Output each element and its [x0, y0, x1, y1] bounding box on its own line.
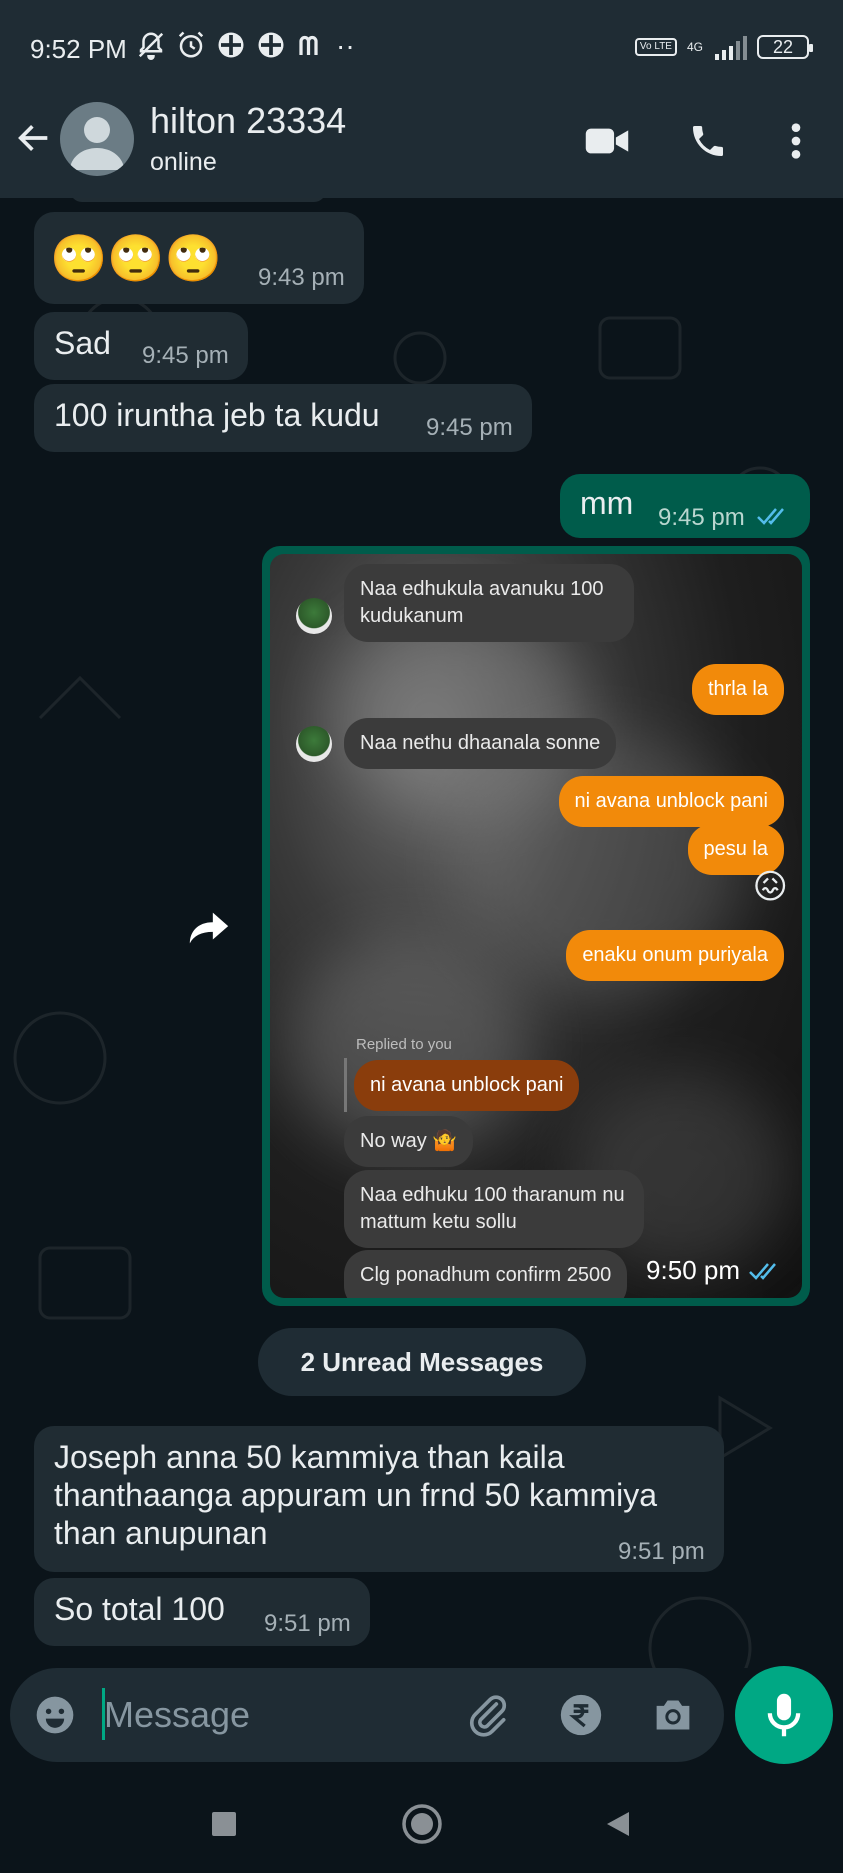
phone-icon [693, 126, 723, 156]
paperclip-icon [469, 1695, 507, 1737]
media-time-text: 9:50 pm [646, 1255, 740, 1285]
screenshot-message: Naa edhukula avanuku 100 kudukanum [344, 564, 634, 642]
voice-call-button[interactable] [683, 116, 733, 166]
volte-icon: Vo LTE [634, 38, 677, 56]
read-receipt-icon [757, 508, 784, 525]
payment-button[interactable] [556, 1690, 606, 1740]
signal-icon [715, 34, 747, 60]
network-type: 4G [686, 40, 703, 54]
status-time: 9:52 PM [30, 34, 127, 64]
message-bubble-incoming[interactable]: Joseph anna 50 kammiya than kaila thanth… [34, 1426, 724, 1572]
m-icon [299, 35, 318, 55]
more-notifications: ·· [336, 30, 355, 61]
message-input[interactable]: Message [104, 1694, 250, 1736]
reply-bar [344, 1058, 347, 1112]
system-nav-bar [0, 1774, 843, 1873]
message-text: So total 100 [54, 1591, 225, 1627]
message-text: mm [580, 485, 634, 521]
message-bubble-incoming[interactable]: 100 iruntha jeb ta kudu 9:45 pm [34, 384, 532, 452]
battery-icon: 22 [757, 35, 813, 59]
notification-icons: ·· [136, 30, 355, 62]
message-time: 9:51 pm [264, 1610, 351, 1637]
message-time: 9:45 pm [658, 504, 745, 531]
message-time: 9:43 pm [258, 264, 345, 291]
attach-button[interactable] [464, 1690, 514, 1740]
recents-button[interactable] [196, 1796, 252, 1852]
message-time: 9:45 pm [426, 414, 513, 441]
sender-avatar [296, 598, 332, 634]
screenshot-message: thrla la [691, 664, 784, 715]
home-button[interactable] [394, 1796, 450, 1852]
message-bubble-incoming[interactable]: Sad 9:45 pm [34, 312, 248, 380]
contact-name[interactable]: hilton 23334 [150, 100, 346, 142]
chat-header: hilton 23334 online [0, 96, 843, 198]
message-text: 100 iruntha jeb ta kudu [54, 397, 380, 433]
alarm-icon [178, 31, 204, 58]
camera-button[interactable] [648, 1690, 698, 1740]
read-receipt-icon [749, 1262, 776, 1280]
video-camera-icon [585, 128, 629, 154]
message-time: 9:51 pm [618, 1538, 705, 1565]
screenshot-message: Naa nethu dhaanala sonne [344, 718, 617, 769]
status-indicators: Vo LTE 4G 22 [634, 34, 813, 60]
menu-button[interactable] [771, 116, 821, 166]
app-icon [218, 32, 244, 58]
app-icon-2 [258, 32, 284, 58]
mute-bell-icon [138, 32, 164, 60]
video-call-button[interactable] [582, 116, 632, 166]
message-text: 🙄🙄🙄 [50, 232, 222, 284]
message-bubble-outgoing[interactable]: mm 9:45 pm [560, 474, 810, 538]
screenshot-message: Naa edhuku 100 tharanum nu mattum ketu s… [344, 1170, 644, 1248]
message-time: 9:50 pm [646, 1255, 782, 1286]
message-composer: Message [10, 1668, 724, 1762]
square-icon [212, 1812, 236, 1836]
quoted-message: ni avana unblock pani [354, 1060, 580, 1111]
screenshot-message: enaku onum puriyala [566, 930, 784, 981]
message-text: Joseph anna 50 kammiya than kaila thanth… [54, 1439, 658, 1551]
microphone-icon [767, 1693, 801, 1737]
forward-button[interactable] [186, 908, 232, 948]
rupee-icon [560, 1694, 602, 1736]
screenshot-message: ni avana unblock pani [558, 776, 784, 827]
image-message[interactable]: Naa edhukula avanuku 100 kudukanum thrla… [262, 546, 810, 1306]
screenshot-message: No way 🤷 [344, 1116, 474, 1167]
chat-area[interactable]: 🙄🙄🙄 9:43 pm Sad 9:45 pm 100 iruntha jeb … [0, 198, 843, 1668]
message-bubble-partial[interactable] [70, 198, 326, 202]
battery-level: 22 [772, 36, 794, 57]
replied-label: Replied to you [356, 1036, 452, 1053]
message-text: Sad [54, 325, 111, 361]
back-arrow-icon [18, 125, 48, 151]
default-avatar-icon [70, 117, 124, 170]
voice-record-button[interactable] [735, 1666, 833, 1764]
emoji-button[interactable] [30, 1690, 80, 1740]
contact-status: online [150, 148, 217, 176]
screenshot-emoji: 😖 [752, 868, 788, 906]
message-bubble-incoming[interactable]: So total 100 9:51 pm [34, 1578, 370, 1646]
camera-icon [656, 1700, 690, 1730]
back-triangle-icon [607, 1812, 629, 1836]
contact-avatar[interactable] [60, 102, 134, 176]
status-bar: 9:52 PM ·· Vo LTE 4G 22 [0, 0, 843, 96]
more-vertical-icon [791, 123, 801, 159]
screenshot-message: Clg ponadhum confirm 2500 [344, 1250, 628, 1298]
home-circle-icon [402, 1804, 442, 1844]
sender-avatar [296, 726, 332, 762]
back-nav-button[interactable] [590, 1796, 646, 1852]
unread-messages-banner: 2 Unread Messages [258, 1328, 586, 1396]
emoji-icon [36, 1696, 74, 1734]
back-button[interactable] [14, 118, 54, 158]
shared-screenshot[interactable]: Naa edhukula avanuku 100 kudukanum thrla… [270, 554, 802, 1298]
message-bubble-incoming[interactable]: 🙄🙄🙄 9:43 pm [34, 212, 364, 304]
forward-arrow-icon [189, 912, 229, 944]
message-time: 9:45 pm [142, 342, 229, 369]
